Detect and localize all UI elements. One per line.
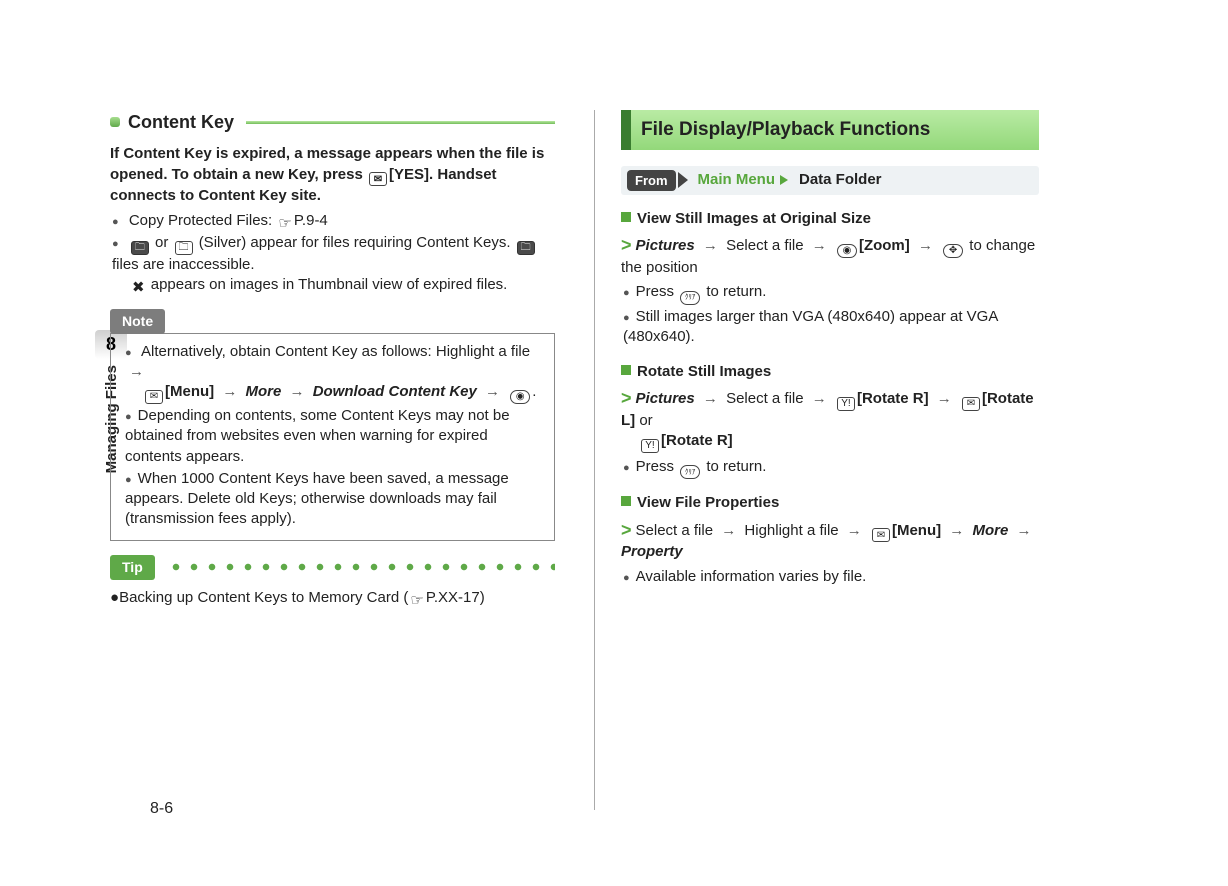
mail-icon: ✉ <box>145 390 163 404</box>
note-box: Alternatively, obtain Content Key as fol… <box>110 333 555 541</box>
section-header: File Display/Playback Functions <box>621 110 1039 150</box>
y-key-icon: Y! <box>837 397 855 411</box>
mail-icon: ✉ <box>962 397 980 411</box>
note-item-1000: When 1000 Content Keys have been saved, … <box>125 469 544 530</box>
clear-key-icon: ｸﾘｱ <box>680 291 700 305</box>
from-arrow-icon <box>678 172 688 188</box>
note-item-alt: Alternatively, obtain Content Key as fol… <box>125 342 544 404</box>
pointer-icon: ☞ <box>278 217 291 231</box>
tip-dots <box>167 563 555 571</box>
mail-icon: ✉ <box>369 172 387 186</box>
left-column: Content Key If Content Key is expired, a… <box>110 110 580 810</box>
bullet-key-icons: 🗀 or 🗀 (Silver) appear for files requiri… <box>112 233 555 295</box>
key-folder-silver-icon: 🗀 <box>175 241 193 255</box>
content-key-intro: If Content Key is expired, a message app… <box>110 144 555 206</box>
clear-key-icon: ｸﾘｱ <box>680 465 700 479</box>
right-column: File Display/Playback Functions From Mai… <box>594 110 1064 810</box>
view-file-properties-section: View File Properties >Select a file → Hi… <box>621 493 1039 587</box>
note-item-depending: Depending on contents, some Content Keys… <box>125 406 544 467</box>
key-folder-yellow-icon: 🗀 <box>131 241 149 255</box>
mail-icon: ✉ <box>872 528 890 542</box>
rotate-still-images-section: Rotate Still Images >Pictures → Select a… <box>621 362 1039 480</box>
from-row: From Main Menu Data Folder <box>621 166 1039 196</box>
from-main-menu: Main Menu <box>698 170 776 190</box>
y-key-icon: Y! <box>641 439 659 453</box>
tip-label: Tip <box>110 555 155 580</box>
tip-row: Tip <box>110 555 555 580</box>
page-content: Content Key If Content Key is expired, a… <box>110 110 1090 810</box>
from-data-folder: Data Folder <box>799 170 882 190</box>
note-label: Note <box>110 309 165 334</box>
view-still-images-section: View Still Images at Original Size >Pict… <box>621 209 1039 347</box>
nav-key-icon: ✥ <box>943 244 963 258</box>
bullet-copy-protected: Copy Protected Files: ☞P.9-4 <box>112 211 555 231</box>
center-key-icon: ◉ <box>510 390 530 404</box>
content-key-subheader: Content Key <box>110 110 555 134</box>
center-key-icon: ◉ <box>837 244 857 258</box>
pointer-icon: ☞ <box>410 594 423 608</box>
content-key-bullets: Copy Protected Files: ☞P.9-4 🗀 or 🗀 (Sil… <box>112 211 555 296</box>
x-icon: ✖ <box>132 281 145 295</box>
play-icon <box>780 175 788 185</box>
tip-text: ●Backing up Content Keys to Memory Card … <box>110 588 555 608</box>
key-folder-gray-icon: 🗀 <box>517 241 535 255</box>
from-pill: From <box>627 170 676 192</box>
